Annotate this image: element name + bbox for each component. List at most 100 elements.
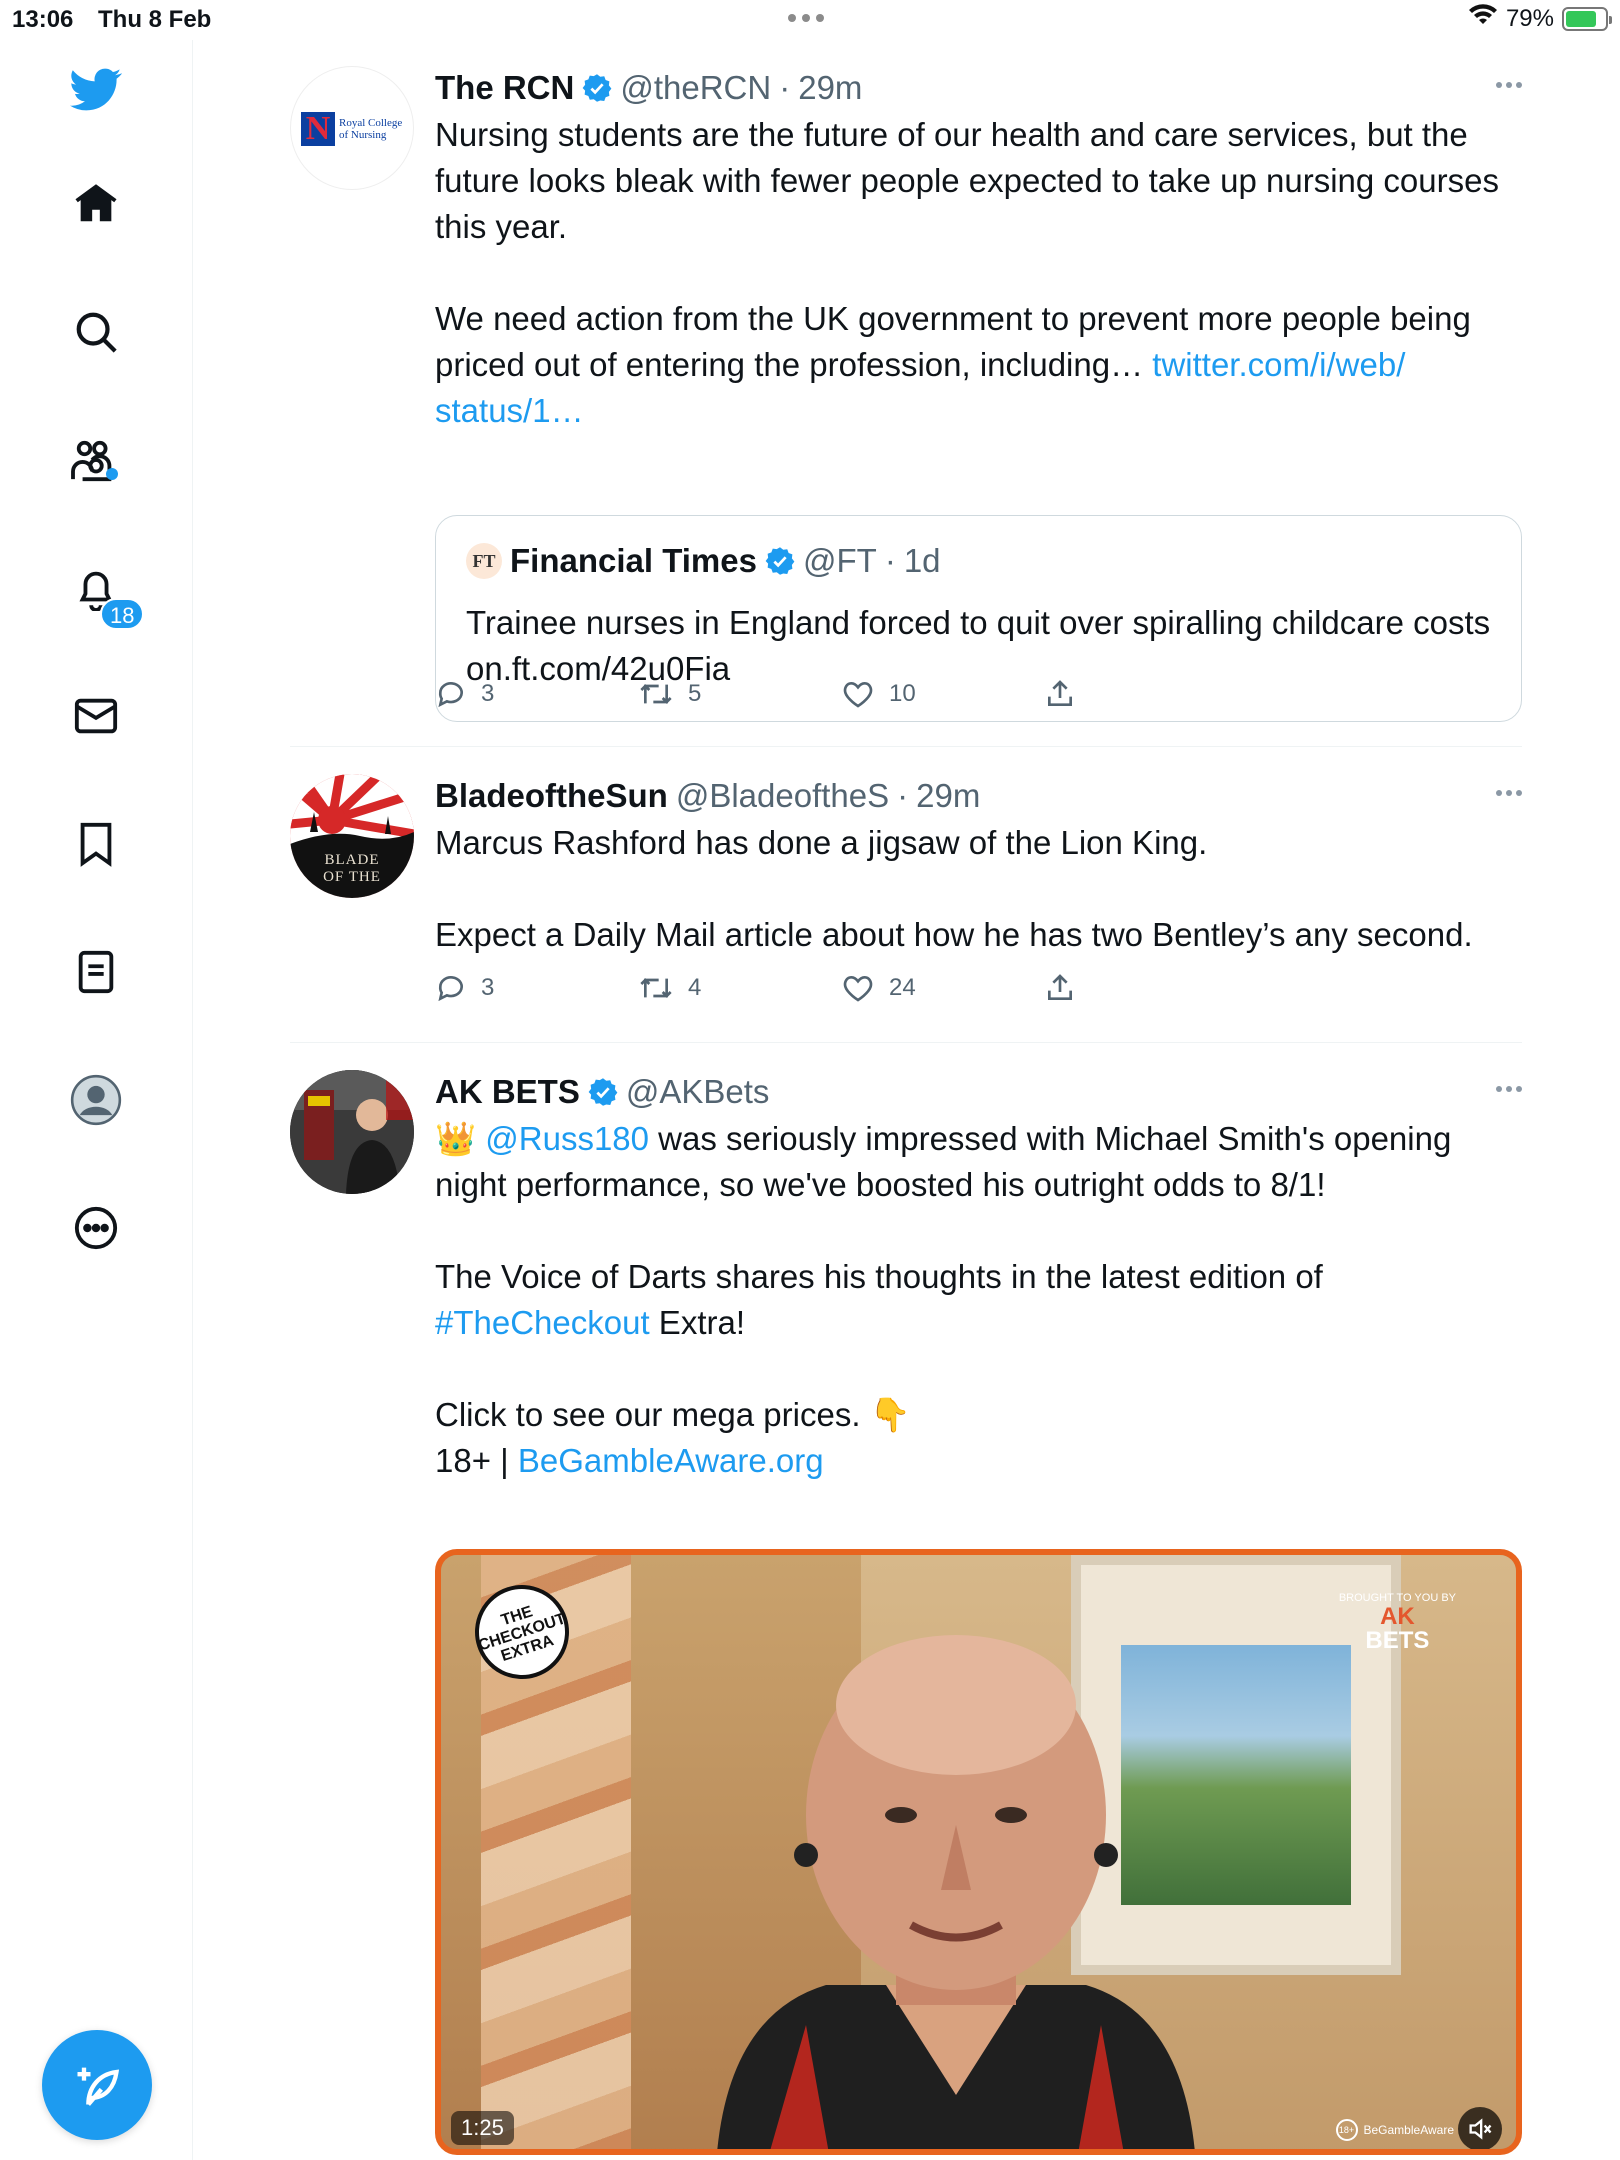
divider bbox=[290, 746, 1522, 747]
author-name[interactable]: AK BETS bbox=[435, 1073, 580, 1111]
verified-badge-icon bbox=[588, 1078, 618, 1106]
like-button[interactable]: 10 bbox=[841, 678, 1044, 710]
begambleaware-badge: 18+ BeGambleAware bbox=[1335, 2119, 1454, 2141]
verified-badge-icon bbox=[765, 547, 795, 575]
author-name[interactable]: The RCN bbox=[435, 69, 574, 107]
more-options-icon[interactable] bbox=[1496, 790, 1522, 796]
compose-tweet-icon bbox=[77, 2067, 120, 2106]
timestamp[interactable]: 29m bbox=[798, 69, 862, 107]
tweet-actions: 3 4 24 bbox=[435, 972, 1247, 1004]
share-button[interactable] bbox=[1044, 972, 1247, 1004]
tweet-text: Nursing students are the future of our h… bbox=[435, 116, 1499, 429]
tweet-actions: 3 5 10 bbox=[435, 678, 1247, 710]
like-count: 24 bbox=[889, 974, 916, 1001]
author-handle[interactable]: @theRCN bbox=[620, 69, 771, 107]
reply-count: 3 bbox=[481, 680, 495, 707]
share-button[interactable] bbox=[1044, 678, 1247, 710]
begambleaware-link[interactable]: BeGambleAware.org bbox=[518, 1442, 824, 1479]
battery-charging-icon bbox=[1562, 6, 1612, 31]
verified-badge-icon bbox=[582, 74, 612, 102]
status-bar: 13:06 Thu 8 Feb 79% bbox=[0, 0, 1620, 40]
separator: · bbox=[884, 542, 896, 579]
twitter-logo-icon[interactable] bbox=[64, 58, 128, 122]
reply-button[interactable]: 3 bbox=[435, 972, 638, 1004]
compose-tweet-button[interactable] bbox=[42, 2030, 152, 2140]
wifi-icon bbox=[1468, 4, 1498, 33]
tweet-body: BladeoftheSun @BladeoftheS · 29m Marcus … bbox=[435, 772, 1522, 958]
notifications-badge: 18 bbox=[100, 598, 145, 630]
retweet-icon bbox=[640, 978, 672, 998]
communities-icon[interactable] bbox=[64, 428, 128, 492]
retweet-button[interactable]: 5 bbox=[638, 678, 841, 710]
ft-avatar: FT bbox=[466, 543, 502, 579]
battery-percent: 79% bbox=[1505, 4, 1554, 32]
mute-button[interactable] bbox=[1458, 2107, 1502, 2149]
tweet-text: 👑 @Russ180 was seriously impressed with … bbox=[435, 1120, 1452, 1479]
reply-count: 3 bbox=[481, 974, 495, 1001]
tweet[interactable]: N Royal College of Nursing The RCN @theR… bbox=[290, 64, 1522, 722]
like-count: 10 bbox=[889, 680, 916, 707]
reply-icon bbox=[438, 976, 463, 1002]
hashtag-link[interactable]: #TheCheckout bbox=[435, 1304, 650, 1341]
more-options-icon[interactable] bbox=[1496, 1086, 1522, 1092]
tweet-header: AK BETS @AKBets bbox=[435, 1068, 1522, 1116]
sponsor-badge: BROUGHT TO YOU BY AK BETS bbox=[1338, 1592, 1456, 1654]
like-button[interactable]: 24 bbox=[841, 972, 1044, 1004]
lists-icon[interactable] bbox=[64, 940, 128, 1004]
pointing-down-emoji: 👇 bbox=[869, 1396, 911, 1433]
search-icon[interactable] bbox=[64, 300, 128, 364]
tweet[interactable]: AK BETS @AKBets 👑 @Russ180 was seriously… bbox=[290, 1068, 1522, 2160]
avatar[interactable]: N Royal College of Nursing bbox=[290, 66, 414, 190]
tweet-text: Marcus Rashford has done a jigsaw of the… bbox=[435, 824, 1473, 953]
status-right: 79% bbox=[1468, 4, 1612, 33]
sidebar: 18 bbox=[0, 40, 193, 2160]
tweet-body: AK BETS @AKBets 👑 @Russ180 was seriously… bbox=[435, 1068, 1522, 1484]
home-icon[interactable] bbox=[64, 172, 128, 236]
like-icon bbox=[843, 975, 873, 1002]
status-date: Thu 8 Feb bbox=[98, 6, 212, 33]
divider bbox=[290, 1042, 1522, 1043]
more-icon[interactable] bbox=[64, 1196, 128, 1260]
video-player[interactable]: THE CHECKOUT EXTRA BROUGHT TO YOU BY AK … bbox=[435, 1549, 1522, 2155]
retweet-button[interactable]: 4 bbox=[638, 972, 841, 1004]
profile-icon[interactable] bbox=[64, 1068, 128, 1132]
mute-icon bbox=[1469, 2118, 1492, 2140]
more-options-icon[interactable] bbox=[1496, 82, 1522, 88]
author-name[interactable]: BladeoftheSun bbox=[435, 777, 668, 815]
avatar[interactable] bbox=[290, 1070, 414, 1194]
like-icon bbox=[843, 681, 873, 708]
separator: · bbox=[897, 777, 909, 814]
share-icon bbox=[1048, 680, 1072, 706]
quote-author-handle: @FT bbox=[802, 542, 877, 579]
avatar[interactable]: BLADE OF THE bbox=[290, 774, 414, 898]
reply-icon bbox=[438, 682, 463, 708]
rcn-logo-text: Royal College of Nursing bbox=[339, 117, 403, 141]
share-icon bbox=[1048, 974, 1072, 1000]
quote-timestamp: 1d bbox=[903, 542, 941, 579]
video-duration: 1:25 bbox=[451, 2111, 514, 2145]
crown-emoji: 👑 bbox=[435, 1120, 477, 1157]
bookmarks-icon[interactable] bbox=[64, 812, 128, 876]
quote-header: FT Financial Times @FT · 1d bbox=[466, 542, 1491, 580]
retweet-icon bbox=[640, 684, 672, 704]
multitasking-dots-icon[interactable] bbox=[788, 14, 824, 22]
communities-badge-dot bbox=[106, 468, 118, 480]
author-handle[interactable]: @BladeoftheS bbox=[676, 777, 889, 815]
timestamp[interactable]: 29m bbox=[916, 777, 980, 815]
author-handle[interactable]: @AKBets bbox=[626, 1073, 770, 1111]
mention-link[interactable]: @Russ180 bbox=[485, 1120, 649, 1157]
retweet-count: 4 bbox=[688, 974, 702, 1001]
tweet-header: The RCN @theRCN · 29m bbox=[435, 64, 1522, 112]
quote-author-name: Financial Times bbox=[510, 542, 757, 579]
status-time: 13:06 bbox=[12, 6, 74, 33]
reply-button[interactable]: 3 bbox=[435, 678, 638, 710]
tweet[interactable]: BLADE OF THE BladeoftheSun @BladeoftheS … bbox=[290, 772, 1522, 1032]
messages-icon[interactable] bbox=[64, 684, 128, 748]
separator: · bbox=[779, 69, 791, 106]
retweet-count: 5 bbox=[688, 680, 702, 707]
rcn-logo-icon: N bbox=[301, 112, 335, 146]
video-person bbox=[717, 1635, 1195, 2149]
avatar-text: BLADE OF THE bbox=[323, 852, 381, 885]
tweet-header: BladeoftheSun @BladeoftheS · 29m bbox=[435, 772, 1522, 820]
tweet-body: The RCN @theRCN · 29m Nursing students a… bbox=[435, 64, 1522, 434]
